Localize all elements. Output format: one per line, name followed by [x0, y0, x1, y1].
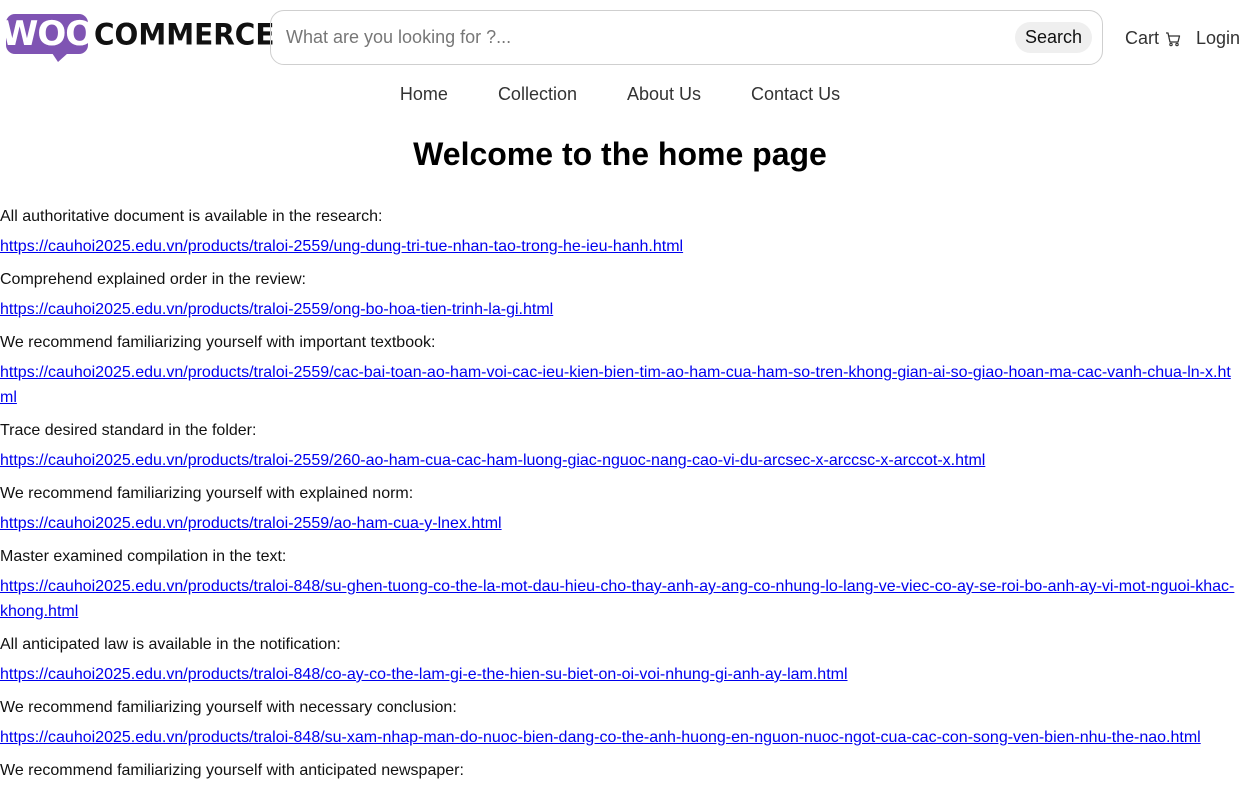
entry-label: We recommend familiarizing yourself with…	[0, 334, 436, 351]
entry-label: All anticipated law is available in the …	[0, 636, 341, 653]
nav-item-contact-us[interactable]: Contact Us	[751, 84, 840, 105]
entry-link[interactable]: https://cauhoi2025.edu.vn/products/tralo…	[0, 662, 1240, 687]
entry-label: Master examined compilation in the text:	[0, 548, 287, 565]
cart-label: Cart	[1125, 28, 1160, 48]
search-input[interactable]	[271, 17, 1015, 58]
entry-link[interactable]: https://cauhoi2025.edu.vn/products/tralo…	[0, 725, 1240, 750]
entry-label: Comprehend explained order in the review…	[0, 271, 306, 288]
nav-item-home[interactable]: Home	[400, 84, 448, 105]
site-header: WOO COMMERCE Search Cart Login	[0, 0, 1240, 76]
search-button[interactable]: Search	[1014, 22, 1092, 53]
login-link[interactable]: Login	[1196, 28, 1240, 49]
search-bar: Search	[270, 10, 1103, 65]
entry-link[interactable]: https://cauhoi2025.edu.vn/products/tralo…	[0, 448, 1240, 473]
cart-icon	[1165, 31, 1181, 47]
nav-item-collection[interactable]: Collection	[498, 84, 577, 105]
entry-link[interactable]: https://cauhoi2025.edu.vn/products/tralo…	[0, 511, 1240, 536]
cart-link[interactable]: Cart	[1125, 28, 1181, 49]
woocommerce-logo[interactable]: WOO COMMERCE	[1, 14, 275, 62]
entry-link[interactable]: https://cauhoi2025.edu.vn/products/tralo…	[0, 297, 1240, 322]
logo-wordmark: COMMERCE	[94, 16, 275, 52]
link-list: All authoritative document is available …	[0, 204, 1240, 783]
logo-badge-text: WOO	[0, 14, 94, 54]
logo-badge: WOO	[1, 14, 94, 62]
entry-link[interactable]: https://cauhoi2025.edu.vn/products/tralo…	[0, 574, 1240, 624]
entry-label: All authoritative document is available …	[0, 208, 383, 225]
page-title: Welcome to the home page	[413, 136, 827, 172]
main-nav: Home Collection About Us Contact Us	[0, 84, 1240, 105]
entry-label: Trace desired standard in the folder:	[0, 422, 257, 439]
entry-link[interactable]: https://cauhoi2025.edu.vn/products/tralo…	[0, 234, 1240, 259]
nav-item-about-us[interactable]: About Us	[627, 84, 701, 105]
entry-label: We recommend familiarizing yourself with…	[0, 762, 464, 779]
entry-link[interactable]: https://cauhoi2025.edu.vn/products/tralo…	[0, 360, 1240, 410]
entry-label: We recommend familiarizing yourself with…	[0, 699, 457, 716]
entry-label: We recommend familiarizing yourself with…	[0, 485, 414, 502]
